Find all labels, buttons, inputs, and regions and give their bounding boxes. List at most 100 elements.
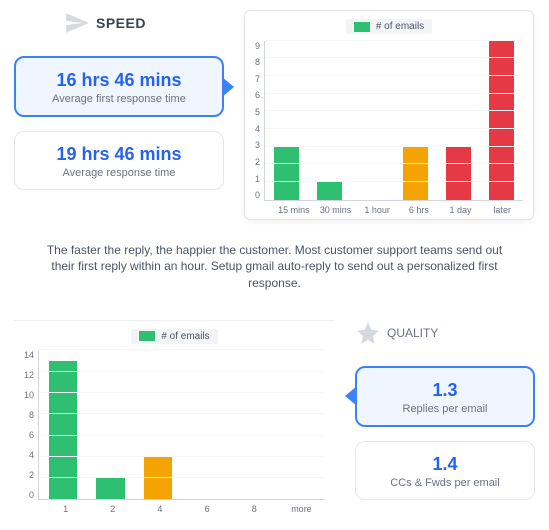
bar-slot bbox=[480, 41, 523, 200]
metric-card-response-time[interactable]: 19 hrs 46 mins Average response time bbox=[14, 131, 224, 190]
quality-title: QUALITY bbox=[387, 326, 438, 340]
grid-line bbox=[39, 435, 325, 436]
x-tick: 30 mins bbox=[315, 205, 357, 215]
chart-area: 14 12 10 8 6 4 2 0 bbox=[24, 350, 325, 500]
x-tick: 2 bbox=[89, 504, 136, 514]
chart-legend: # of emails bbox=[24, 329, 325, 345]
y-tick: 10 bbox=[24, 390, 34, 400]
metric-card-replies[interactable]: 1.3 Replies per email bbox=[355, 366, 535, 427]
y-tick: 6 bbox=[255, 90, 260, 100]
y-tick: 3 bbox=[255, 140, 260, 150]
speed-chart: # of emails 9 8 7 6 5 4 3 2 1 0 15 mins30 mins1 h… bbox=[244, 10, 534, 220]
bar bbox=[317, 182, 343, 200]
x-tick: 1 day bbox=[440, 205, 482, 215]
bar-slot bbox=[265, 41, 308, 200]
paper-plane-icon bbox=[64, 10, 90, 36]
y-tick: 0 bbox=[255, 190, 260, 200]
bar bbox=[489, 41, 515, 200]
metric-card-first-response[interactable]: 16 hrs 46 mins Average first response ti… bbox=[14, 56, 224, 117]
bar bbox=[49, 361, 78, 499]
grid-line bbox=[265, 128, 523, 129]
chart-legend: # of emails bbox=[255, 19, 523, 35]
quality-header: QUALITY bbox=[355, 320, 535, 346]
y-tick: 2 bbox=[29, 470, 34, 480]
speed-section: SPEED 16 hrs 46 mins Average first respo… bbox=[0, 0, 549, 230]
y-tick: 1 bbox=[255, 174, 260, 184]
legend-swatch bbox=[139, 331, 155, 341]
grid-line bbox=[39, 456, 325, 457]
y-tick: 7 bbox=[255, 74, 260, 84]
bar bbox=[446, 147, 472, 200]
grid-line bbox=[265, 57, 523, 58]
y-tick: 0 bbox=[29, 490, 34, 500]
metric-card-ccs-fwds[interactable]: 1.4 CCs & Fwds per email bbox=[355, 441, 535, 500]
grid-line bbox=[39, 349, 325, 350]
x-axis: 12468more bbox=[42, 500, 325, 514]
x-tick: 6 bbox=[184, 504, 231, 514]
y-tick: 2 bbox=[255, 157, 260, 167]
quality-section: # of emails 14121086420 12468more QUALIT… bbox=[0, 310, 549, 529]
metric-label: Replies per email bbox=[371, 403, 519, 415]
bar bbox=[144, 457, 173, 500]
y-tick: 4 bbox=[255, 124, 260, 134]
y-tick: 8 bbox=[255, 57, 260, 67]
metric-value: 1.4 bbox=[370, 454, 520, 475]
metric-label: Average response time bbox=[29, 167, 209, 179]
y-tick: 5 bbox=[255, 107, 260, 117]
x-tick: 8 bbox=[231, 504, 278, 514]
legend-label: # of emails bbox=[161, 331, 209, 342]
y-tick: 14 bbox=[24, 350, 34, 360]
x-tick: 1 bbox=[42, 504, 89, 514]
bar-slot bbox=[351, 41, 394, 200]
y-tick: 9 bbox=[255, 41, 260, 51]
x-tick: more bbox=[278, 504, 325, 514]
speed-metrics-column: SPEED 16 hrs 46 mins Average first respo… bbox=[14, 10, 224, 190]
metric-label: CCs & Fwds per email bbox=[370, 477, 520, 489]
legend-label: # of emails bbox=[376, 21, 424, 32]
plot-area bbox=[38, 350, 325, 500]
x-tick: 15 mins bbox=[273, 205, 315, 215]
legend-item: # of emails bbox=[346, 19, 432, 34]
bar bbox=[274, 147, 300, 200]
grid-line bbox=[39, 413, 325, 414]
legend-swatch bbox=[354, 22, 370, 32]
bar-slot bbox=[437, 41, 480, 200]
bar-slot bbox=[308, 41, 351, 200]
grid-line bbox=[265, 93, 523, 94]
bar-slot bbox=[394, 41, 437, 200]
x-tick: 1 hour bbox=[356, 205, 398, 215]
grid-line bbox=[39, 371, 325, 372]
x-tick: 6 hrs bbox=[398, 205, 440, 215]
bar bbox=[403, 147, 429, 200]
metric-value: 16 hrs 46 mins bbox=[30, 70, 208, 91]
y-tick: 12 bbox=[24, 370, 34, 380]
grid-line bbox=[265, 75, 523, 76]
grid-line bbox=[265, 163, 523, 164]
speed-header: SPEED bbox=[14, 10, 224, 36]
grid-line bbox=[39, 392, 325, 393]
grid-line bbox=[265, 181, 523, 182]
y-tick: 4 bbox=[29, 450, 34, 460]
chart-area: 9 8 7 6 5 4 3 2 1 0 bbox=[255, 41, 523, 201]
y-tick: 6 bbox=[29, 430, 34, 440]
quality-chart: # of emails 14121086420 12468more bbox=[14, 320, 335, 519]
legend-item: # of emails bbox=[131, 329, 217, 344]
speed-title: SPEED bbox=[96, 15, 146, 31]
metric-value: 19 hrs 46 mins bbox=[29, 144, 209, 165]
grid-line bbox=[265, 110, 523, 111]
y-axis: 14 12 10 8 6 4 2 0 bbox=[24, 350, 38, 500]
metric-label: Average first response time bbox=[30, 93, 208, 105]
y-axis: 9 8 7 6 5 4 3 2 1 0 bbox=[255, 41, 264, 201]
grid-line bbox=[265, 146, 523, 147]
bars-container bbox=[265, 41, 523, 200]
plot-area bbox=[264, 41, 523, 201]
bar bbox=[96, 478, 125, 499]
x-tick: later bbox=[481, 205, 523, 215]
star-icon bbox=[355, 320, 381, 346]
x-axis: 15 mins30 mins1 hour6 hrs1 daylater bbox=[273, 201, 523, 215]
quality-metrics-column: QUALITY 1.3 Replies per email 1.4 CCs & … bbox=[355, 320, 535, 500]
x-tick: 4 bbox=[136, 504, 183, 514]
grid-line bbox=[39, 477, 325, 478]
grid-line bbox=[265, 40, 523, 41]
y-tick: 8 bbox=[29, 410, 34, 420]
